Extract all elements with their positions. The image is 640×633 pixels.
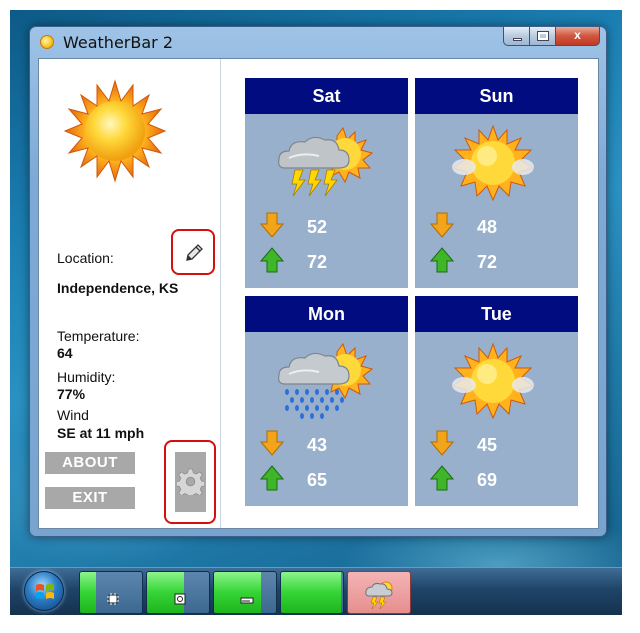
high-temp-arrow-icon	[430, 465, 454, 491]
weather-storm-icon	[365, 581, 393, 610]
forecast-card-sat: Sat 52 72	[245, 78, 408, 288]
wind-label: Wind	[57, 407, 89, 423]
cpu-icon	[107, 593, 119, 605]
forecast-day: Tue	[415, 296, 578, 332]
rain-icon	[278, 342, 373, 419]
thunderstorm-icon	[278, 126, 373, 197]
forecast-card-mon: Mon 43 65	[245, 296, 408, 506]
sun-icon	[63, 79, 167, 183]
maximize-icon	[537, 31, 549, 41]
low-temp-arrow-icon	[430, 430, 454, 456]
temperature-value: 64	[57, 345, 73, 361]
low-temp-arrow-icon	[260, 212, 284, 238]
network-meter	[281, 572, 341, 613]
high-temp-value: 72	[477, 252, 498, 272]
minimize-icon	[513, 38, 522, 41]
cpu-meter	[80, 572, 96, 613]
taskbar	[10, 567, 622, 615]
low-temp-arrow-icon	[430, 212, 454, 238]
low-temp-arrow-icon	[260, 430, 284, 456]
humidity-value: 77%	[57, 386, 86, 402]
forecast-panel: Sat 52 72 Sun 48 72 Mon 43 65 Tue 45 69	[222, 59, 598, 528]
taskbar-item-memory[interactable]	[146, 571, 210, 614]
forecast-day: Mon	[245, 296, 408, 332]
settings-button[interactable]	[164, 440, 216, 524]
taskbar-item-cpu[interactable]	[79, 571, 143, 614]
temperature-label: Temperature:	[57, 328, 140, 344]
location-label: Location:	[57, 250, 114, 266]
memory-icon	[174, 593, 186, 605]
disk-icon	[240, 597, 254, 604]
gear-icon	[177, 468, 204, 495]
windows-logo-icon	[36, 584, 54, 599]
high-temp-arrow-icon	[260, 247, 284, 273]
low-temp-value: 43	[307, 435, 328, 455]
low-temp-value: 52	[307, 217, 328, 237]
hazy-sun-icon	[451, 342, 535, 420]
wind-value: SE at 11 mph	[57, 425, 145, 441]
forecast-day: Sat	[245, 78, 408, 114]
high-temp-value: 72	[307, 252, 328, 272]
high-temp-value: 65	[307, 470, 328, 490]
close-button[interactable]: x	[556, 27, 600, 46]
close-icon: x	[574, 28, 581, 42]
weatherbar-window: WeatherBar 2 x Location: Independence, K…	[29, 26, 607, 537]
forecast-day: Sun	[415, 78, 578, 114]
taskbar-item-disk[interactable]	[213, 571, 277, 614]
edit-location-button[interactable]	[171, 229, 215, 275]
window-client-area: Location: Independence, KS Temperature: …	[38, 58, 599, 529]
forecast-card-tue: Tue 45 69	[415, 296, 578, 506]
about-button[interactable]: ABOUT	[45, 452, 135, 474]
low-temp-value: 45	[477, 435, 498, 455]
taskbar-item-weatherbar[interactable]	[347, 571, 411, 614]
maximize-button[interactable]	[530, 27, 556, 46]
high-temp-arrow-icon	[430, 247, 454, 273]
exit-button[interactable]: EXIT	[45, 487, 135, 509]
pencil-icon	[186, 244, 203, 261]
current-conditions-panel: Location: Independence, KS Temperature: …	[39, 59, 221, 528]
low-temp-value: 48	[477, 217, 498, 237]
caption-buttons: x	[503, 27, 600, 47]
humidity-label: Humidity:	[57, 369, 116, 385]
start-button[interactable]	[24, 571, 64, 611]
title-bar[interactable]: WeatherBar 2 x	[30, 27, 606, 57]
minimize-button[interactable]	[503, 27, 530, 46]
window-title: WeatherBar 2	[63, 33, 173, 52]
forecast-card-sun: Sun 48 72	[415, 78, 578, 288]
taskbar-item-network[interactable]	[280, 571, 344, 614]
app-sun-icon	[40, 35, 54, 49]
location-value: Independence, KS	[57, 280, 179, 296]
high-temp-value: 69	[477, 470, 498, 490]
settings-button-face	[175, 452, 206, 512]
high-temp-arrow-icon	[260, 465, 284, 491]
hazy-sun-icon	[451, 124, 535, 202]
